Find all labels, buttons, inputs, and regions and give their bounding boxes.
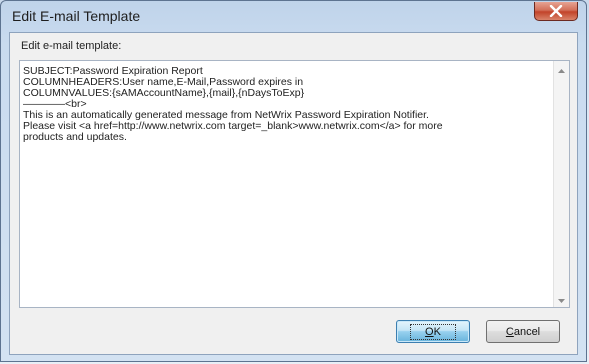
template-text[interactable]: SUBJECT:Password Expiration Report COLUM… bbox=[23, 66, 551, 143]
cancel-label-rest: ancel bbox=[513, 325, 541, 338]
title-bar[interactable]: Edit E-mail Template bbox=[1, 1, 586, 31]
scroll-down-arrow-icon bbox=[558, 290, 565, 308]
edit-email-template-dialog: Edit E-mail Template Edit e-mail templat… bbox=[0, 0, 587, 362]
close-icon bbox=[549, 5, 563, 17]
template-textarea[interactable]: SUBJECT:Password Expiration Report COLUM… bbox=[19, 60, 570, 308]
scroll-up-button[interactable] bbox=[554, 61, 569, 77]
dialog-client-area: Edit e-mail template: SUBJECT:Password E… bbox=[9, 32, 578, 355]
vertical-scrollbar[interactable] bbox=[553, 61, 569, 307]
scroll-up-arrow-icon bbox=[558, 60, 565, 78]
window-title: Edit E-mail Template bbox=[12, 8, 141, 24]
cancel-accelerator: C bbox=[505, 325, 514, 338]
template-label: Edit e-mail template: bbox=[21, 40, 122, 52]
scroll-down-button[interactable] bbox=[554, 291, 569, 307]
cancel-button[interactable]: Cancel bbox=[486, 320, 560, 343]
ok-label-rest: K bbox=[433, 325, 441, 338]
close-button[interactable] bbox=[534, 2, 578, 21]
ok-accelerator: O bbox=[425, 325, 434, 338]
ok-button[interactable]: OK bbox=[396, 320, 470, 343]
ok-button-focus-rect: OK bbox=[410, 323, 456, 340]
